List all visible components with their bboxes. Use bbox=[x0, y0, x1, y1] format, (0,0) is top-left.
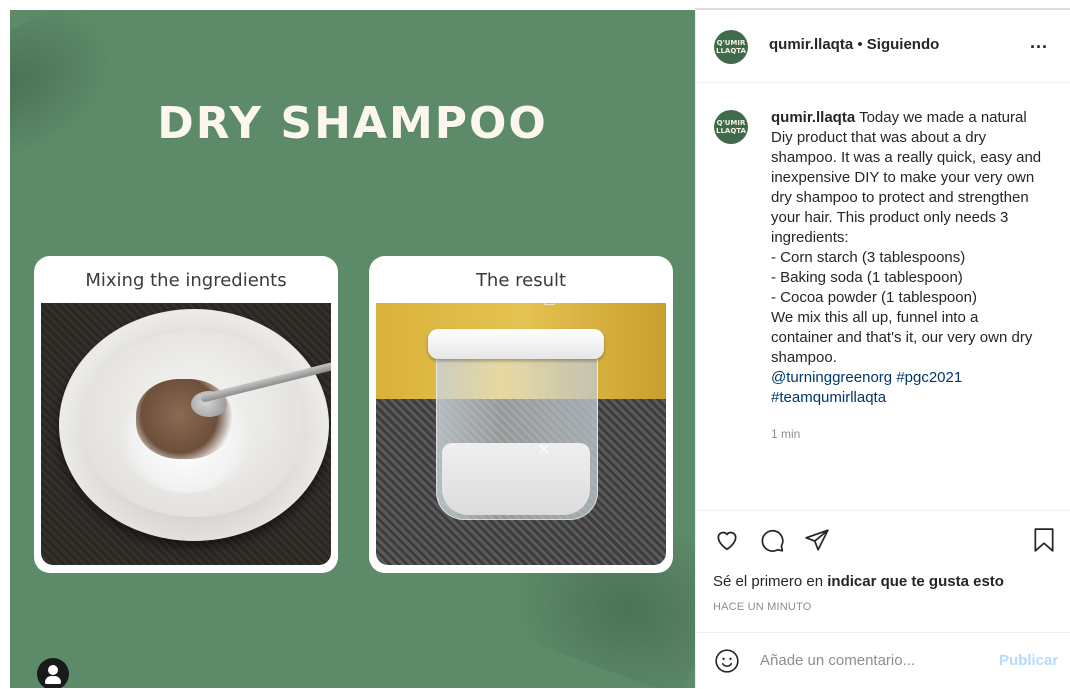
header-user: qumir.llaqta • Siguiendo bbox=[769, 36, 939, 53]
close-icon: ✕ bbox=[576, 282, 588, 298]
post-media[interactable]: DRY SHAMPOO Mixing the ingredients The r… bbox=[10, 10, 695, 688]
result-card: The result bbox=[369, 256, 673, 573]
media-title: DRY SHAMPOO bbox=[157, 98, 548, 149]
caption-username[interactable]: qumir.llaqta bbox=[771, 109, 855, 126]
like-link[interactable]: indicar que te gusta esto bbox=[827, 573, 1004, 590]
mention-link[interactable]: @turninggreenorg bbox=[771, 369, 892, 386]
avatar[interactable]: Q'UMIR LLAQTA bbox=[714, 30, 748, 64]
username-link[interactable]: qumir.llaqta bbox=[769, 36, 853, 53]
bowl-photo bbox=[41, 303, 331, 565]
action-bar: Sé el primero en indicar que te gusta es… bbox=[696, 510, 1070, 631]
close-icon: ✕ bbox=[537, 440, 551, 459]
ingredients-card: Mixing the ingredients bbox=[34, 256, 338, 573]
follow-button[interactable]: Siguiendo bbox=[867, 36, 940, 53]
square-icon bbox=[544, 295, 555, 305]
caption-time: 1 min bbox=[771, 427, 801, 441]
post-panel: Q'UMIR LLAQTA qumir.llaqta • Siguiendo ..… bbox=[695, 10, 1070, 688]
caption: qumir.llaqta Today we made a natural Diy… bbox=[771, 109, 1042, 406]
hashtag-link[interactable]: #pgc2021 bbox=[896, 369, 962, 386]
comment-icon[interactable] bbox=[759, 527, 785, 558]
bookmark-icon[interactable] bbox=[1032, 527, 1056, 558]
comment-input[interactable]: Añade un comentario... bbox=[760, 652, 915, 669]
jar-photo bbox=[376, 303, 666, 565]
caption-avatar[interactable]: Q'UMIR LLAQTA bbox=[714, 110, 748, 144]
publish-button[interactable]: Publicar bbox=[999, 652, 1058, 669]
top-strip bbox=[0, 0, 1070, 10]
emoji-icon[interactable] bbox=[714, 648, 740, 679]
post-timestamp: HACE UN MINUTO bbox=[713, 601, 812, 613]
card-caption: The result bbox=[475, 270, 567, 291]
more-options-button[interactable]: ... bbox=[1030, 32, 1048, 53]
comment-composer: Añade un comentario... Publicar bbox=[696, 632, 1070, 689]
card-caption: Mixing the ingredients bbox=[85, 270, 287, 291]
post-header: Q'UMIR LLAQTA qumir.llaqta • Siguiendo ..… bbox=[696, 10, 1070, 83]
likes-text: Sé el primero en indicar que te gusta es… bbox=[713, 573, 1004, 590]
instagram-post: DRY SHAMPOO Mixing the ingredients The r… bbox=[0, 0, 1070, 688]
share-icon[interactable] bbox=[804, 527, 830, 558]
heart-icon[interactable] bbox=[714, 527, 740, 558]
separator: • bbox=[857, 36, 863, 53]
hashtag-link[interactable]: #teamqumirllaqta bbox=[771, 389, 886, 406]
user-tag-icon[interactable] bbox=[37, 658, 69, 688]
